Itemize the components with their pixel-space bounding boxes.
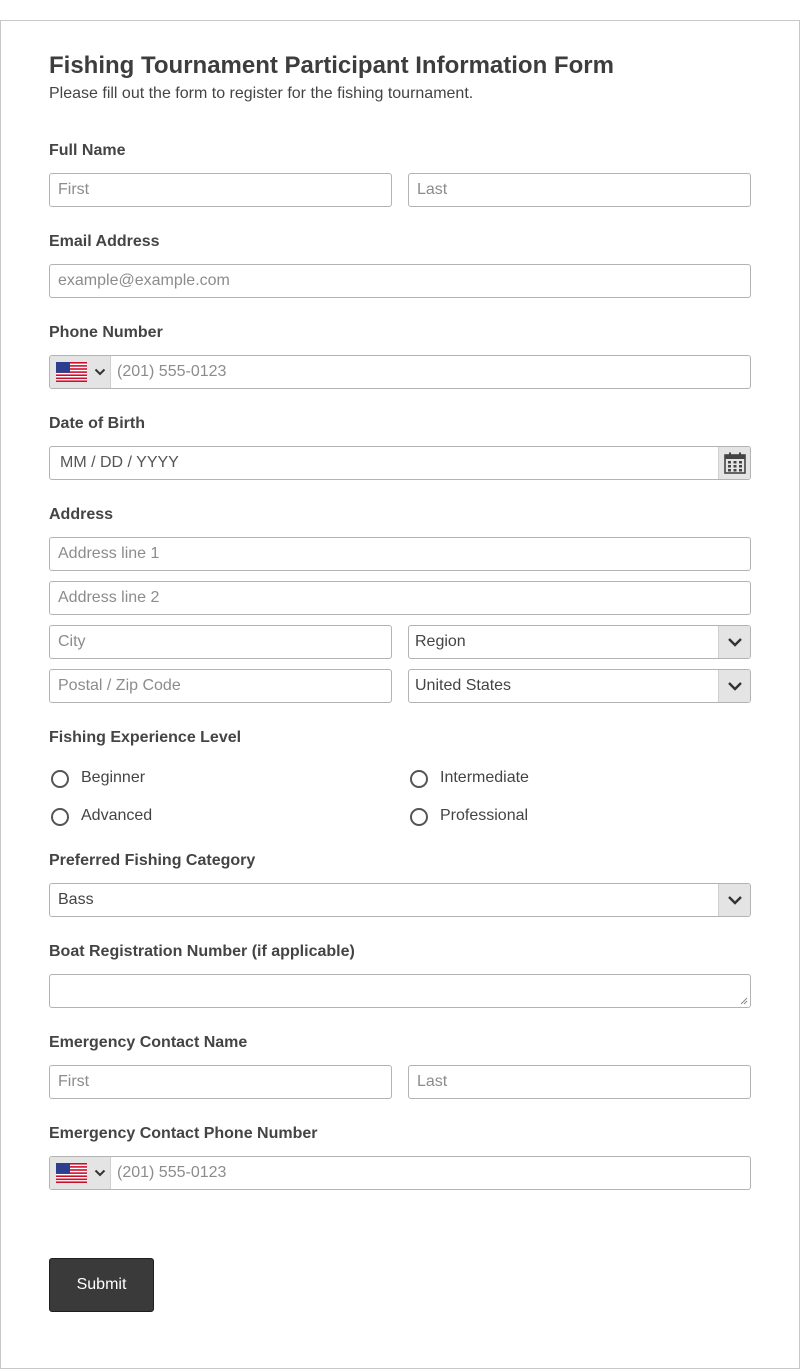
us-flag-icon xyxy=(56,362,87,382)
radio-label-intermediate: Intermediate xyxy=(440,769,529,786)
us-flag-icon xyxy=(56,1163,87,1183)
boat-label: Boat Registration Number (if applicable) xyxy=(49,943,355,960)
region-value: Region xyxy=(415,633,466,650)
address-line2-input[interactable]: Address line 2 xyxy=(49,581,751,615)
form-title: Fishing Tournament Participant Informati… xyxy=(49,52,614,79)
city-input[interactable]: City xyxy=(49,625,392,659)
emergency-phone-label: Emergency Contact Phone Number xyxy=(49,1125,318,1142)
emergency-name-label: Emergency Contact Name xyxy=(49,1034,248,1051)
email-input[interactable]: example@example.com xyxy=(49,264,751,298)
chevron-down-icon xyxy=(728,682,742,691)
radio-professional[interactable] xyxy=(410,808,428,826)
select-arrow xyxy=(718,670,750,702)
country-code-select[interactable] xyxy=(50,356,111,388)
postal-code-input[interactable]: Postal / Zip Code xyxy=(49,669,392,703)
dob-input[interactable]: MM / DD / YYYY xyxy=(49,446,751,480)
boat-registration-textarea[interactable] xyxy=(49,974,751,1008)
chevron-down-icon xyxy=(728,896,742,905)
phone-placeholder: (201) 555-0123 xyxy=(117,363,227,380)
form-subtitle: Please fill out the form to register for… xyxy=(49,85,474,102)
country-value: United States xyxy=(415,677,512,694)
chevron-down-icon xyxy=(728,638,742,647)
dob-placeholder: MM / DD / YYYY xyxy=(60,454,179,471)
category-value: Bass xyxy=(58,891,94,908)
email-label: Email Address xyxy=(49,233,160,250)
last-name-input[interactable]: Last xyxy=(408,173,751,207)
dob-label: Date of Birth xyxy=(49,415,145,432)
phone-input[interactable]: (201) 555-0123 xyxy=(49,355,751,389)
address-line1-input[interactable]: Address line 1 xyxy=(49,537,751,571)
radio-advanced[interactable] xyxy=(51,808,69,826)
radio-label-professional: Professional xyxy=(440,807,529,824)
country-code-select[interactable] xyxy=(50,1157,111,1189)
country-select[interactable]: United States xyxy=(408,669,751,703)
first-name-input[interactable]: First xyxy=(49,173,392,207)
calendar-button[interactable] xyxy=(718,447,750,479)
calendar-icon xyxy=(724,452,746,474)
chevron-down-icon xyxy=(94,368,106,376)
experience-label: Fishing Experience Level xyxy=(49,729,242,746)
radio-beginner[interactable] xyxy=(51,770,69,788)
phone-label: Phone Number xyxy=(49,324,163,341)
emergency-phone-placeholder: (201) 555-0123 xyxy=(117,1164,227,1181)
emergency-first-name-input[interactable]: First xyxy=(49,1065,392,1099)
category-label: Preferred Fishing Category xyxy=(49,852,256,869)
radio-label-beginner: Beginner xyxy=(81,769,146,786)
emergency-last-name-input[interactable]: Last xyxy=(408,1065,751,1099)
radio-label-advanced: Advanced xyxy=(81,807,153,824)
radio-intermediate[interactable] xyxy=(410,770,428,788)
full-name-label: Full Name xyxy=(49,142,126,159)
region-select[interactable]: Region xyxy=(408,625,751,659)
select-arrow xyxy=(718,626,750,658)
category-select[interactable]: Bass xyxy=(49,883,751,917)
emergency-phone-input[interactable]: (201) 555-0123 xyxy=(49,1156,751,1190)
submit-button[interactable]: Submit xyxy=(49,1258,154,1312)
chevron-down-icon xyxy=(94,1169,106,1177)
resize-grip-icon[interactable] xyxy=(740,997,748,1005)
select-arrow xyxy=(718,884,750,916)
address-label: Address xyxy=(49,506,114,523)
